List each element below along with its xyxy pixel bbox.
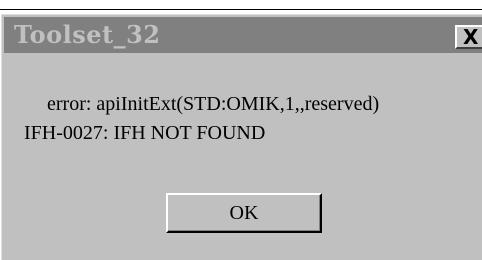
- desktop-background: [0, 0, 482, 14]
- desktop-edge-line: [0, 9, 482, 10]
- error-dialog: Toolset_32 X error: apiInitExt(STD:OMIK,…: [0, 13, 482, 260]
- close-icon: X: [463, 25, 479, 49]
- error-message-line-2: IFH-0027: IFH NOT FOUND: [24, 122, 266, 144]
- ok-button[interactable]: OK: [166, 193, 322, 233]
- close-button[interactable]: X: [455, 25, 482, 49]
- window-title: Toolset_32: [14, 20, 161, 49]
- title-bar[interactable]: Toolset_32 X: [4, 17, 482, 53]
- error-message-line-1: error: apiInitExt(STD:OMIK,1,,reserved): [47, 93, 380, 115]
- ok-button-label: OK: [229, 202, 259, 224]
